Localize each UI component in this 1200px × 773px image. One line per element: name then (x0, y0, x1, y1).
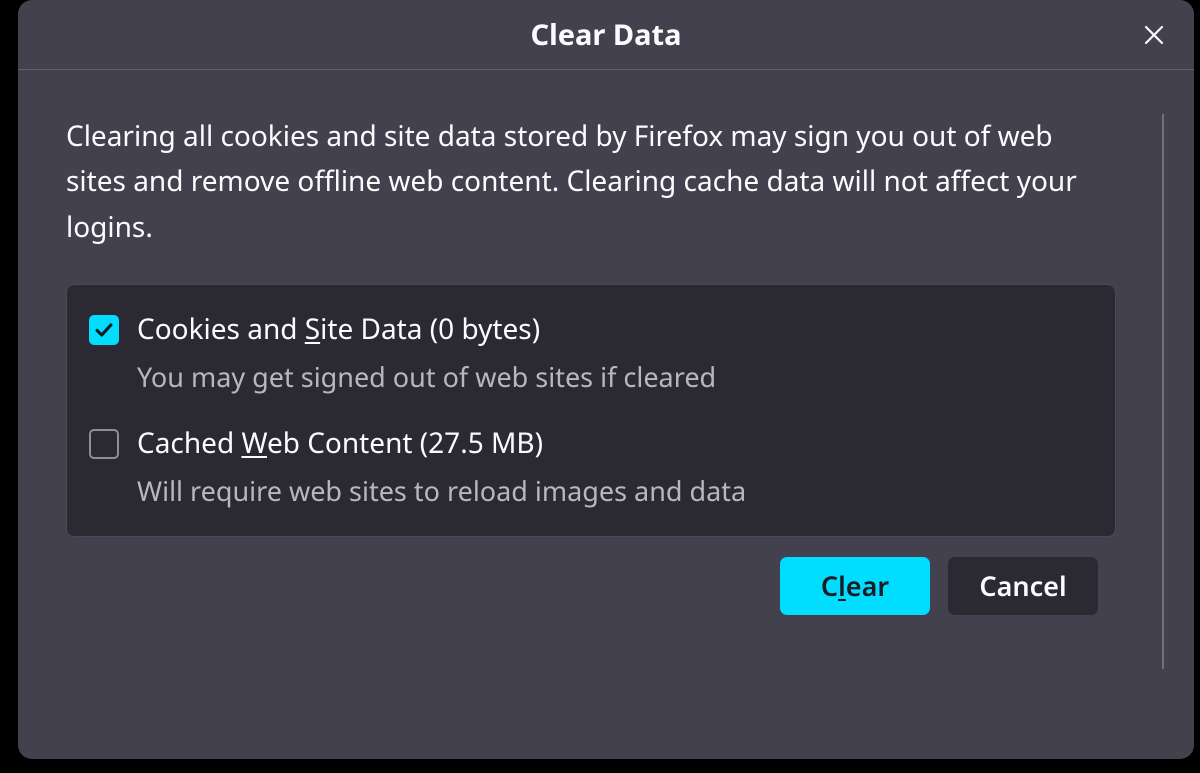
dialog-body: Clearing all cookies and site data store… (18, 70, 1194, 759)
dialog-title: Clear Data (530, 15, 681, 54)
option-label[interactable]: Cookies and Site Data (0 bytes) (137, 311, 1093, 349)
dialog-footer: Clear Cancel (66, 537, 1146, 615)
scrollbar[interactable] (1162, 114, 1164, 669)
options-panel: Cookies and Site Data (0 bytes) You may … (66, 284, 1116, 536)
option-sublabel: Will require web sites to reload images … (137, 473, 1093, 509)
checkmark-icon (93, 319, 115, 341)
cancel-button[interactable]: Cancel (948, 557, 1098, 615)
checkbox-cached-web-content[interactable] (89, 429, 119, 459)
option-cookies-site-data: Cookies and Site Data (0 bytes) You may … (89, 311, 1093, 395)
clear-button[interactable]: Clear (780, 557, 930, 615)
dialog-titlebar: Clear Data (18, 0, 1194, 70)
option-text: Cached Web Content (27.5 MB) Will requir… (137, 425, 1093, 509)
option-label[interactable]: Cached Web Content (27.5 MB) (137, 425, 1093, 463)
close-icon (1142, 23, 1166, 47)
option-cached-web-content: Cached Web Content (27.5 MB) Will requir… (89, 425, 1093, 509)
option-text: Cookies and Site Data (0 bytes) You may … (137, 311, 1093, 395)
clear-data-dialog: Clear Data Clearing all cookies and site… (18, 0, 1194, 759)
close-button[interactable] (1136, 17, 1172, 53)
dialog-description: Clearing all cookies and site data store… (66, 114, 1146, 250)
checkbox-cookies-site-data[interactable] (89, 315, 119, 345)
option-sublabel: You may get signed out of web sites if c… (137, 359, 1093, 395)
